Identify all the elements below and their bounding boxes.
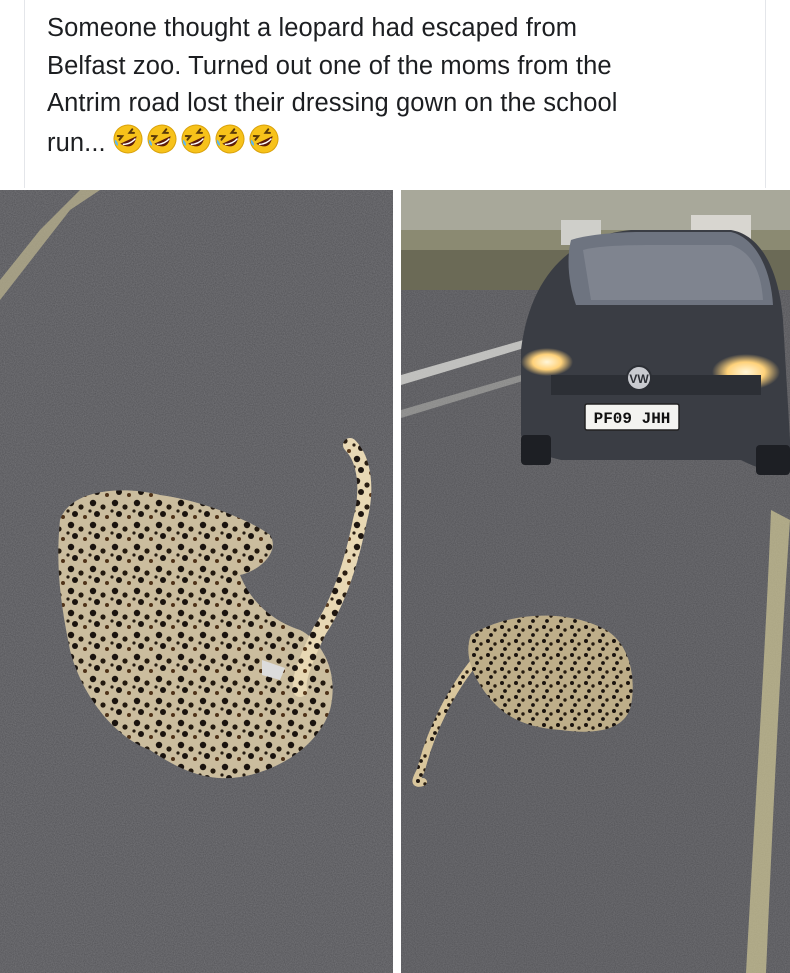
rolling-on-floor-laughing-icon bbox=[146, 123, 178, 155]
post-text-line: run... bbox=[47, 123, 747, 163]
photo-right-image: VW PF09 JHH bbox=[401, 190, 790, 973]
post-text-tail: run... bbox=[47, 128, 106, 157]
post-text-line: Someone thought a leopard had escaped fr… bbox=[47, 14, 578, 42]
rolling-on-floor-laughing-icon bbox=[112, 123, 144, 155]
post-text: Someone thought a leopard had escaped fr… bbox=[47, 10, 747, 162]
photo-left-image bbox=[0, 190, 393, 973]
post-text-line: Belfast zoo. Turned out one of the moms … bbox=[47, 51, 612, 80]
headlight-left bbox=[521, 348, 573, 376]
rolling-on-floor-laughing-icon bbox=[248, 123, 280, 155]
emoji-row bbox=[112, 123, 280, 155]
photo-left[interactable] bbox=[0, 190, 393, 973]
rolling-on-floor-laughing-icon bbox=[180, 123, 212, 155]
post-card: Someone thought a leopard had escaped fr… bbox=[24, 0, 766, 188]
license-plate-text: PF09 JHH bbox=[594, 410, 671, 428]
photo-right[interactable]: VW PF09 JHH bbox=[401, 190, 790, 973]
car: VW PF09 JHH bbox=[521, 230, 790, 475]
vw-badge: VW bbox=[629, 372, 649, 386]
post-text-line: Antrim road lost their dressing gown on … bbox=[47, 89, 618, 117]
screenshot: Someone thought a leopard had escaped fr… bbox=[0, 0, 790, 973]
rolling-on-floor-laughing-icon bbox=[214, 123, 246, 155]
